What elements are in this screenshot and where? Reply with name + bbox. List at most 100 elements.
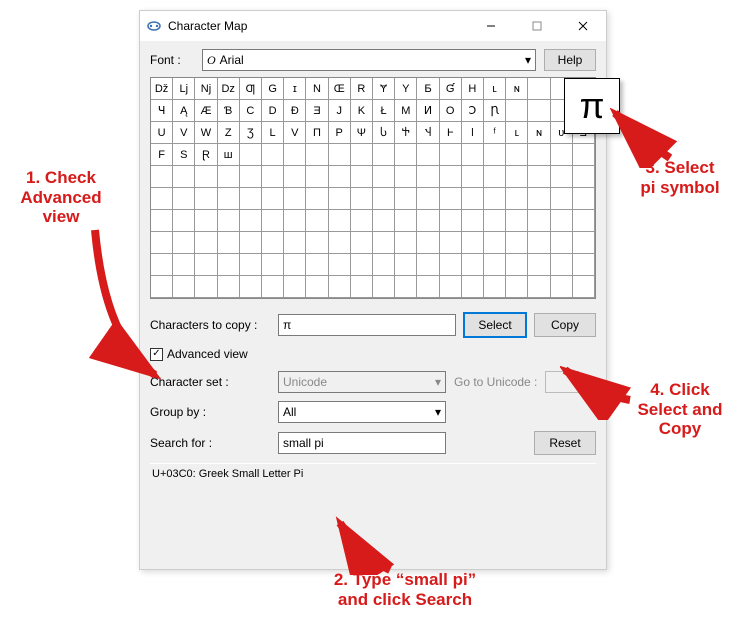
grid-cell[interactable] [173,254,195,276]
grid-cell[interactable] [262,166,284,188]
grid-cell[interactable]: Ɽ [195,144,217,166]
grid-cell[interactable] [373,210,395,232]
grid-cell[interactable]: C [240,100,262,122]
minimize-button[interactable] [468,11,514,41]
grid-cell[interactable] [440,254,462,276]
grid-cell[interactable] [351,232,373,254]
grid-cell[interactable]: Ꞃ [484,100,506,122]
grid-cell[interactable]: ǀ [462,122,484,144]
grid-cell[interactable] [395,276,417,298]
grid-cell[interactable]: Ł [373,100,395,122]
grid-cell[interactable] [151,166,173,188]
grid-cell[interactable] [329,144,351,166]
grid-cell[interactable] [506,144,528,166]
grid-cell[interactable] [462,166,484,188]
grid-cell[interactable] [506,166,528,188]
grid-cell[interactable] [351,276,373,298]
grid-cell[interactable] [218,232,240,254]
grid-cell[interactable]: Nj [195,78,217,100]
grid-cell[interactable] [306,144,328,166]
grid-cell[interactable] [284,232,306,254]
grid-cell[interactable]: Π [306,122,328,144]
grid-cell[interactable] [551,210,573,232]
grid-cell[interactable]: O [440,100,462,122]
grid-cell[interactable] [462,210,484,232]
grid-cell[interactable] [218,276,240,298]
grid-cell[interactable] [528,276,550,298]
grid-cell[interactable] [440,232,462,254]
grid-cell[interactable] [462,232,484,254]
grid-cell[interactable] [218,188,240,210]
grid-cell[interactable]: U [151,122,173,144]
font-select[interactable]: O Arial ▾ [202,49,536,71]
grid-cell[interactable]: M [395,100,417,122]
grid-cell[interactable] [506,100,528,122]
grid-cell[interactable]: Ɠ [440,78,462,100]
grid-cell[interactable] [417,210,439,232]
grid-cell[interactable] [284,144,306,166]
grid-cell[interactable]: Ↄ [462,100,484,122]
grid-cell[interactable]: ш [218,144,240,166]
grid-cell[interactable] [417,188,439,210]
grid-cell[interactable] [329,188,351,210]
grid-cell[interactable] [218,254,240,276]
grid-cell[interactable] [440,188,462,210]
grid-cell[interactable]: W [195,122,217,144]
grid-cell[interactable] [528,78,550,100]
grid-cell[interactable] [351,166,373,188]
grid-cell[interactable] [395,188,417,210]
grid-cell[interactable] [262,210,284,232]
grid-cell[interactable] [395,254,417,276]
grid-cell[interactable] [417,166,439,188]
grid-cell[interactable] [506,188,528,210]
grid-cell[interactable]: Z [218,122,240,144]
grid-cell[interactable]: Ƣ [240,78,262,100]
grid-cell[interactable]: ɴ [506,78,528,100]
grid-cell[interactable] [528,232,550,254]
grid-cell[interactable]: ᶠ [484,122,506,144]
grid-cell[interactable] [329,254,351,276]
copy-button[interactable]: Copy [534,313,596,337]
grid-cell[interactable] [195,188,217,210]
grid-cell[interactable]: D [262,100,284,122]
close-button[interactable] [560,11,606,41]
grid-cell[interactable] [351,188,373,210]
grid-cell[interactable] [484,144,506,166]
grid-cell[interactable] [395,232,417,254]
grid-cell[interactable] [218,166,240,188]
grid-cell[interactable] [417,254,439,276]
grid-cell[interactable] [506,232,528,254]
grid-cell[interactable] [284,276,306,298]
grid-cell[interactable] [240,188,262,210]
grid-cell[interactable]: J [329,100,351,122]
grid-cell[interactable] [173,166,195,188]
grid-cell[interactable] [462,254,484,276]
grid-cell[interactable] [173,232,195,254]
grid-cell[interactable]: ɴ [528,122,550,144]
grid-cell[interactable] [240,210,262,232]
grid-cell[interactable] [195,254,217,276]
charset-select[interactable]: Unicode▾ [278,371,446,393]
grid-cell[interactable] [240,166,262,188]
grid-cell[interactable] [395,144,417,166]
grid-cell[interactable] [528,254,550,276]
grid-cell[interactable]: H [462,78,484,100]
grid-cell[interactable]: Œ [329,78,351,100]
grid-cell[interactable] [173,276,195,298]
grid-cell[interactable]: ʟ [506,122,528,144]
grid-cell[interactable] [551,232,573,254]
select-button[interactable]: Select [464,313,526,337]
grid-cell[interactable]: Ǝ [306,100,328,122]
grid-cell[interactable] [440,166,462,188]
grid-cell[interactable]: Ͷ [417,100,439,122]
grid-cell[interactable] [306,210,328,232]
grid-cell[interactable]: Ƃ [417,78,439,100]
grid-cell[interactable] [262,232,284,254]
grid-cell[interactable] [262,188,284,210]
grid-cell[interactable] [484,232,506,254]
grid-cell[interactable] [284,254,306,276]
grid-cell[interactable] [173,188,195,210]
grid-cell[interactable] [417,144,439,166]
grid-cell[interactable]: V [173,122,195,144]
grid-cell[interactable]: Ą [173,100,195,122]
